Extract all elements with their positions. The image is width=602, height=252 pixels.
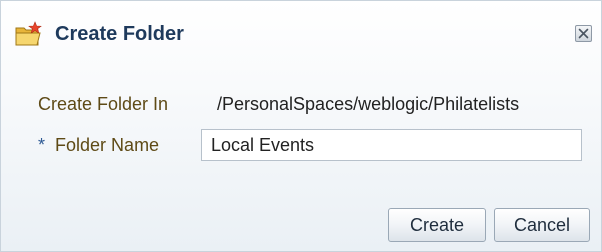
close-icon[interactable] [575, 25, 592, 42]
cancel-button[interactable]: Cancel [494, 208, 590, 242]
new-folder-icon [14, 21, 44, 47]
required-marker: * [38, 135, 46, 155]
folder-name-label: Folder Name [55, 135, 160, 155]
create-folder-in-path: /PersonalSpaces/weblogic/Philatelists [217, 94, 520, 114]
folder-name-row: * Folder Name [38, 133, 159, 157]
folder-name-input[interactable] [201, 129, 582, 161]
create-folder-in-label: Create Folder In [38, 94, 169, 114]
dialog-titlebar: Create Folder [1, 1, 601, 67]
create-button[interactable]: Create [388, 208, 486, 242]
dialog-title: Create Folder [55, 23, 184, 45]
create-folder-dialog: Create Folder Create Folder In /Personal… [0, 0, 602, 252]
create-folder-in-row: Create Folder In /PersonalSpaces/weblogi… [38, 92, 519, 116]
